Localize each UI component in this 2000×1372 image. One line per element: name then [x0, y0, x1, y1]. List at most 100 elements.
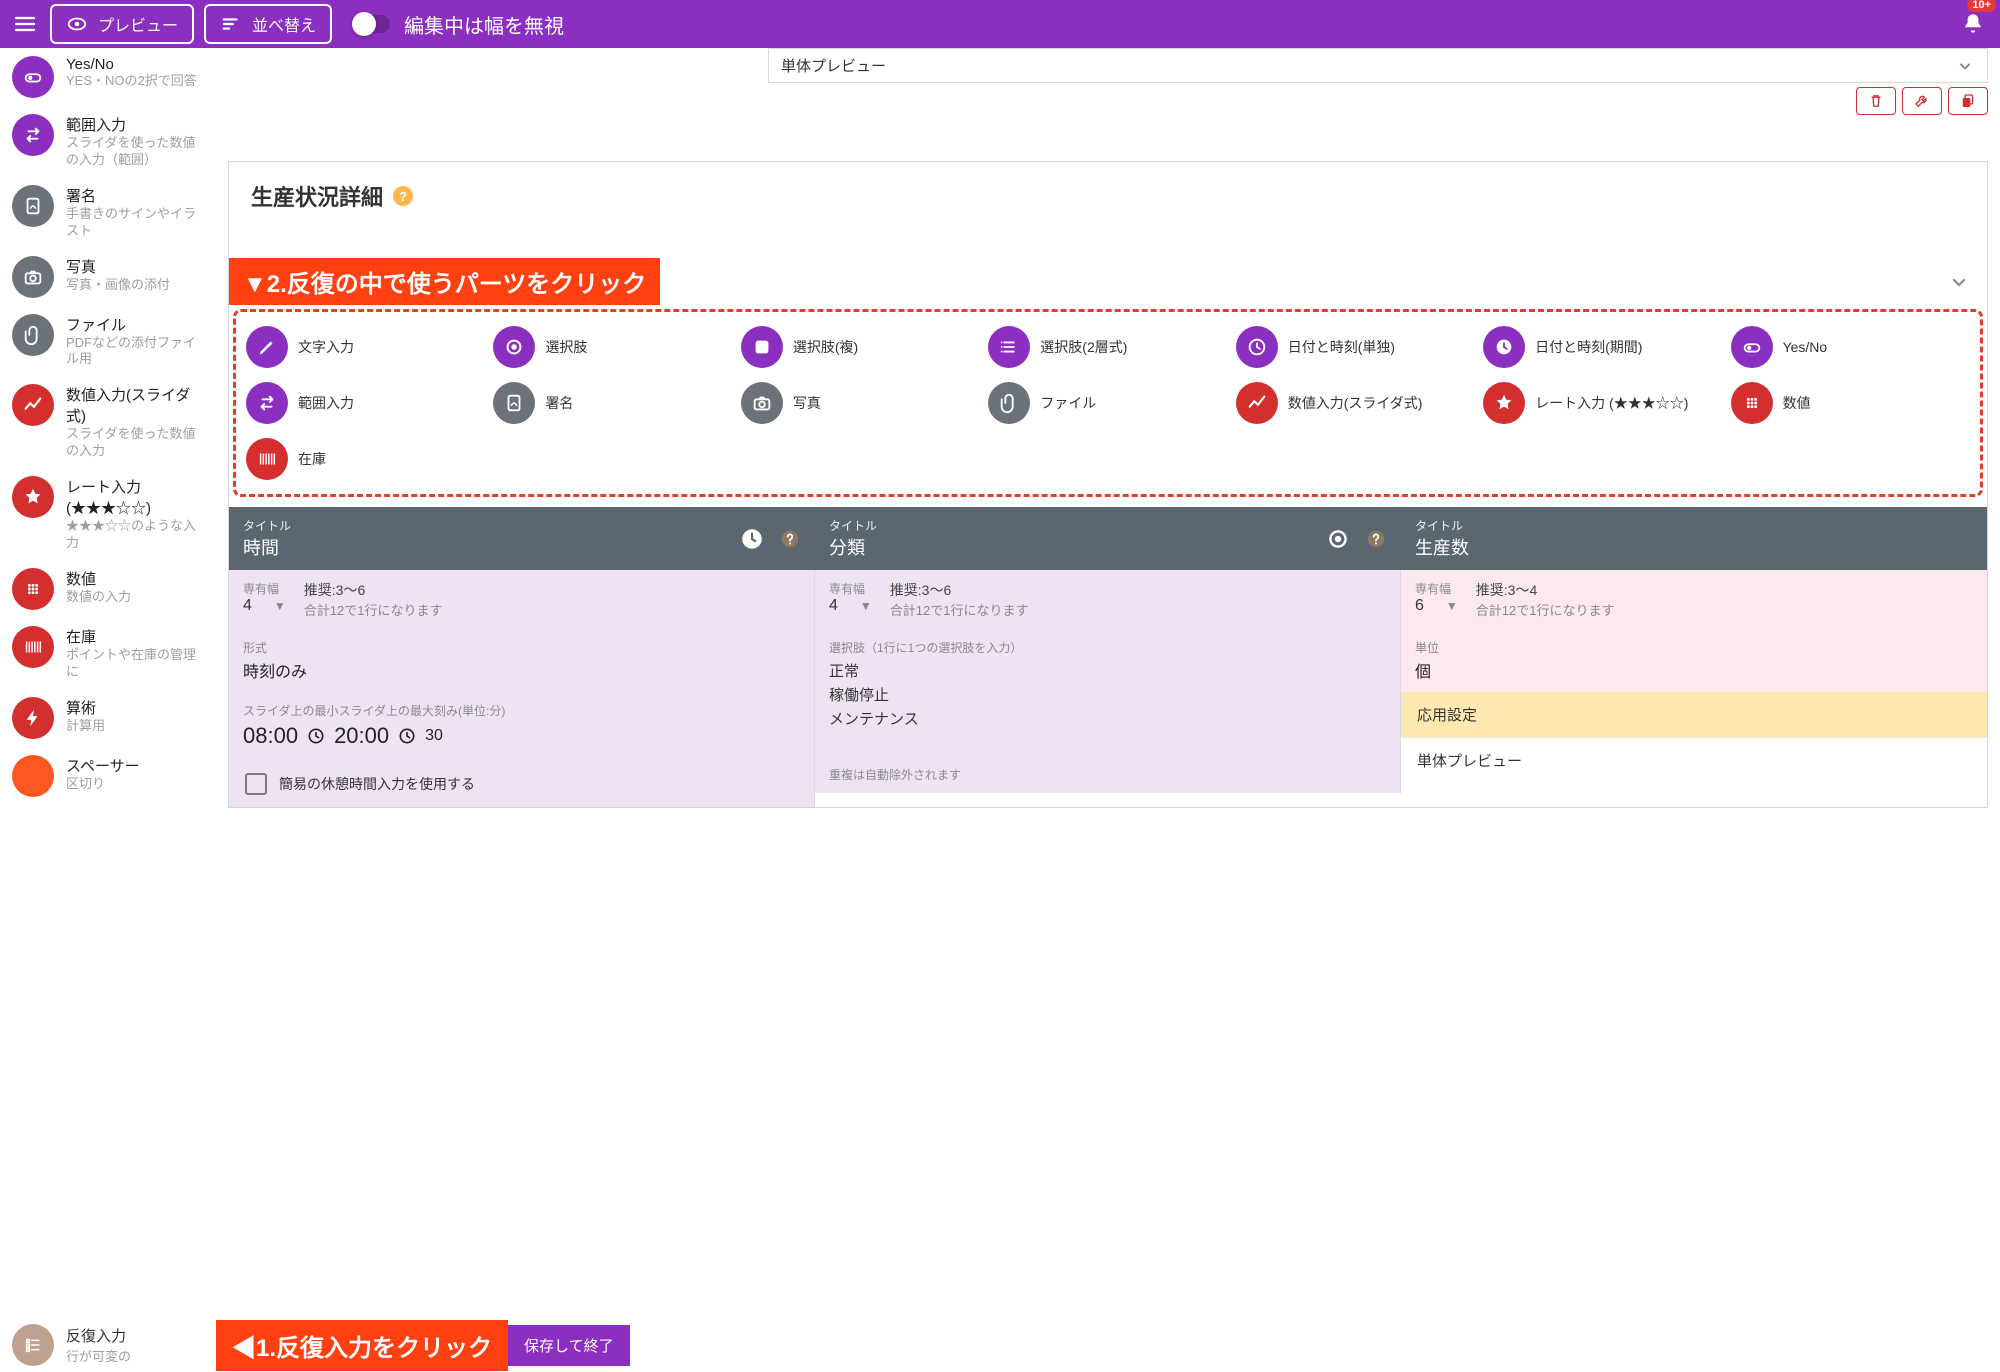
chevron-down-icon — [1955, 56, 1975, 76]
sidebar-item-title: レート入力 (★★★☆☆) — [66, 476, 206, 518]
part-label: 署名 — [545, 395, 573, 412]
col2-width-select[interactable]: 専有幅 4▼ — [829, 580, 872, 615]
notification-badge: 10+ — [1967, 0, 1996, 12]
col3-advanced-button[interactable]: 応用設定 — [1401, 692, 1987, 737]
clock-icon — [1236, 326, 1278, 368]
sidebar-item[interactable]: 範囲入力スライダを使った数値の入力（範囲） — [0, 106, 216, 177]
sidebar-item-title: 署名 — [66, 185, 206, 206]
notification-button[interactable]: 10+ — [1960, 0, 1986, 48]
sidebar-item-repeat[interactable]: 反復入力 行が可変の — [0, 1324, 216, 1366]
sidebar-item[interactable]: 数値数値の入力 — [0, 560, 216, 618]
parts-picker: 文字入力 選択肢 選択肢(複) 選択肢(2層式) 日付と時刻(単独) 日付と時刻(期間) Y… — [233, 309, 1983, 497]
sidebar-item[interactable]: 数値入力(スライダ式)スライダを使った数値の入力 — [0, 376, 216, 468]
callout-step2: ▼2.反復の中で使うパーツをクリック — [229, 258, 660, 305]
help-icon[interactable] — [1365, 528, 1387, 550]
col1-format-select[interactable]: 形式 時刻のみ — [229, 629, 815, 692]
clock-icon — [739, 526, 765, 552]
part-item[interactable]: 選択肢(複) — [739, 322, 982, 372]
sidebar-item[interactable]: 署名手書きのサインやイラスト — [0, 177, 216, 248]
sidebar-item[interactable]: レート入力 (★★★☆☆)★★★☆☆のような入力 — [0, 468, 216, 560]
part-label: 日付と時刻(期間) — [1535, 339, 1642, 356]
part-label: 数値入力(スライダ式) — [1288, 395, 1423, 412]
width-toggle[interactable] — [352, 15, 390, 33]
toggle-icon — [1731, 326, 1773, 368]
part-label: 選択肢(2層式) — [1040, 339, 1127, 356]
sidebar-item[interactable]: Yes/NoYES・NOの2択で回答 — [0, 48, 216, 106]
sidebar-item-title: ファイル — [66, 314, 206, 335]
col3-width-select[interactable]: 専有幅 6▼ — [1415, 580, 1458, 615]
sidebar-item-title: スペーサー — [66, 755, 140, 776]
part-item[interactable]: レート入力 (★★★☆☆) — [1481, 378, 1724, 428]
col2-options[interactable]: 選択肢（1行に1つの選択肢を入力） 正常稼働停止メンテナンス — [815, 629, 1401, 742]
col3-unit-input[interactable]: 単位 個 — [1401, 629, 1987, 692]
sidebar-item[interactable]: 写真写真・画像の添付 — [0, 248, 216, 306]
list2-icon — [988, 326, 1030, 368]
radio-icon — [1325, 526, 1351, 552]
single-preview-header[interactable]: 単体プレビュー — [768, 48, 1988, 83]
col3-title: 生産数 — [1415, 534, 1469, 560]
part-item[interactable]: 文字入力 — [244, 322, 487, 372]
repeat-title: 反復入力 — [66, 1325, 131, 1346]
sidebar-item-desc: ★★★☆☆のような入力 — [66, 518, 206, 552]
clip-icon — [988, 382, 1030, 424]
settings-button[interactable] — [1902, 87, 1942, 115]
clock-icon — [306, 726, 326, 746]
trend-icon — [1236, 382, 1278, 424]
sidebar-item-desc: 数値の入力 — [66, 589, 131, 606]
blank-icon — [12, 755, 54, 797]
help-icon[interactable]: ? — [393, 186, 413, 206]
delete-button[interactable] — [1856, 87, 1896, 115]
sidebar: Yes/NoYES・NOの2択で回答範囲入力スライダを使った数値の入力（範囲）署… — [0, 48, 216, 1318]
part-item[interactable]: ファイル — [986, 378, 1229, 428]
col1-time-range[interactable]: 08:00 20:00 30 — [229, 719, 815, 761]
part-item[interactable]: 範囲入力 — [244, 378, 487, 428]
sidebar-item-desc: ポイントや在庫の管理に — [66, 647, 206, 681]
main: 単体プレビュー 生産状況詳細 ? ▼2.反復の中で使うパーツをクリック 文字入力… — [216, 48, 2000, 1318]
copy-button[interactable] — [1948, 87, 1988, 115]
camera-icon — [12, 256, 54, 298]
preview-button[interactable]: プレビュー — [50, 4, 194, 44]
part-item[interactable]: 署名 — [491, 378, 734, 428]
col1-break-checkbox[interactable]: 簡易の休憩時間入力を使用する — [229, 761, 815, 807]
option-item: メンテナンス — [829, 708, 1386, 732]
part-label: レート入力 (★★★☆☆) — [1535, 395, 1688, 412]
trash-icon — [1867, 92, 1885, 110]
check-icon — [741, 326, 783, 368]
part-item[interactable]: 日付と時刻(単独) — [1234, 322, 1477, 372]
option-item: 稼働停止 — [829, 684, 1386, 708]
part-label: 選択肢(複) — [793, 339, 858, 356]
col1-width-select[interactable]: 専有幅 4▼ — [243, 580, 286, 615]
topbar: プレビュー 並べ替え 編集中は幅を無視 10+ — [0, 0, 2000, 48]
pencil-icon — [246, 326, 288, 368]
part-item[interactable]: 数値 — [1729, 378, 1972, 428]
sidebar-item[interactable]: ファイルPDFなどの添付ファイル用 — [0, 306, 216, 377]
part-item[interactable]: 数値入力(スライダ式) — [1234, 378, 1477, 428]
sidebar-item[interactable]: 算術計算用 — [0, 689, 216, 747]
part-item[interactable]: 日付と時刻(期間) — [1481, 322, 1724, 372]
sidebar-item[interactable]: 在庫ポイントや在庫の管理に — [0, 618, 216, 689]
part-item[interactable]: 選択肢(2層式) — [986, 322, 1229, 372]
signature-icon — [493, 382, 535, 424]
sidebar-item-title: 算術 — [66, 697, 105, 718]
part-item[interactable]: 選択肢 — [491, 322, 734, 372]
collapse-icon[interactable] — [1947, 270, 1971, 294]
part-item[interactable]: 写真 — [739, 378, 982, 428]
column-category: タイトル 分類 専有幅 4▼ 推奨:3 — [815, 507, 1401, 807]
menu-button[interactable] — [10, 12, 40, 36]
part-label: 選択肢 — [545, 339, 587, 356]
clip-icon — [12, 314, 54, 356]
sidebar-item[interactable]: スペーサー区切り — [0, 747, 216, 805]
part-label: 在庫 — [298, 451, 326, 468]
col2-title: 分類 — [829, 534, 877, 560]
sidebar-item-desc: 計算用 — [66, 718, 105, 735]
part-item[interactable]: 在庫 — [244, 434, 487, 484]
part-item[interactable]: Yes/No — [1729, 322, 1972, 372]
sort-button[interactable]: 並べ替え — [204, 4, 332, 44]
col3-preview-button[interactable]: 単体プレビュー — [1401, 737, 1987, 783]
help-icon[interactable] — [779, 528, 801, 550]
sidebar-item-title: 数値 — [66, 568, 131, 589]
signature-icon — [12, 185, 54, 227]
numpad-icon — [1731, 382, 1773, 424]
save-button[interactable]: 保存して終了 — [508, 1325, 630, 1366]
sidebar-item-desc: 手書きのサインやイラスト — [66, 206, 206, 240]
